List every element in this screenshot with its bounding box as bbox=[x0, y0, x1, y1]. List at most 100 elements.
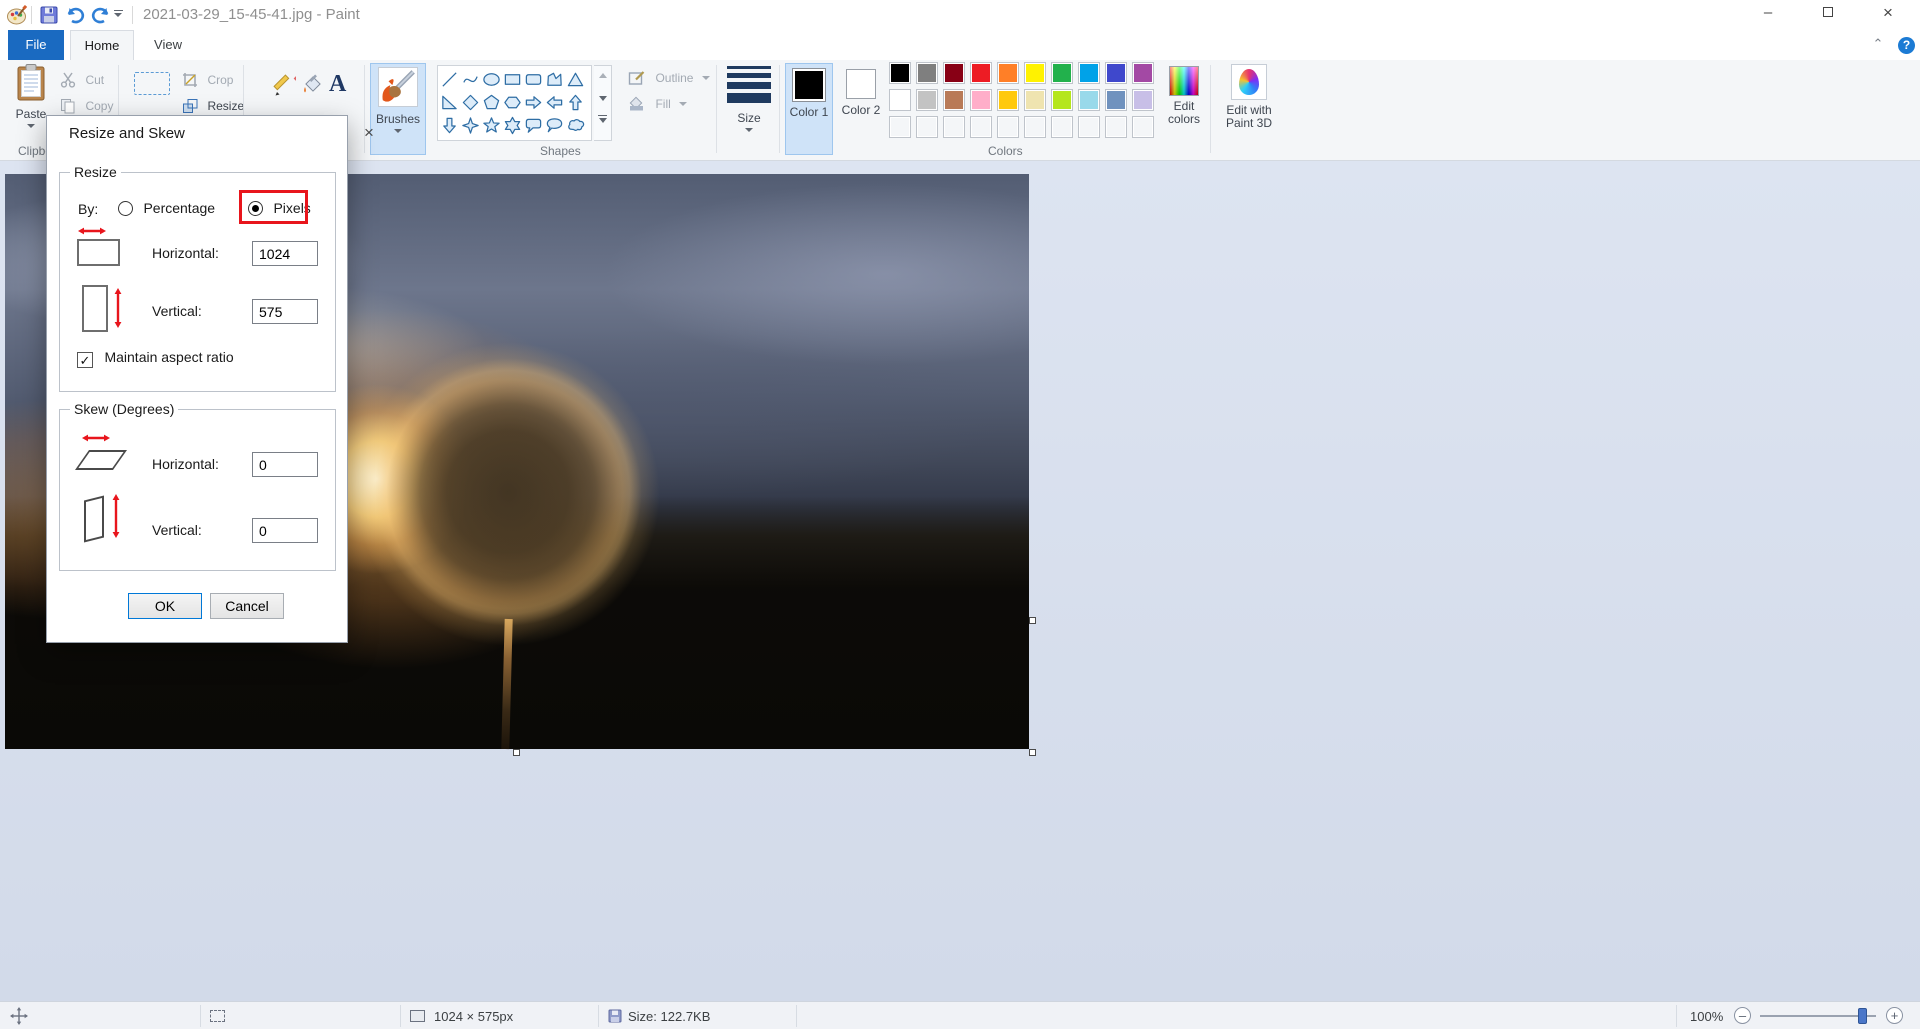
palette-swatch[interactable] bbox=[997, 89, 1019, 111]
canvas-resize-handle-bottom[interactable] bbox=[513, 749, 520, 756]
resize-horizontal-input[interactable] bbox=[252, 241, 318, 266]
shapes-gallery bbox=[437, 65, 592, 141]
shapes-scroll-down-icon[interactable] bbox=[599, 96, 607, 101]
dialog-close-icon[interactable]: × bbox=[359, 123, 379, 143]
palette-swatch[interactable] bbox=[1078, 62, 1100, 84]
help-icon[interactable]: ? bbox=[1898, 37, 1915, 54]
shape-arrow-down-icon[interactable] bbox=[439, 114, 460, 136]
shape-rounded-rectangle-icon[interactable] bbox=[523, 68, 544, 90]
palette-swatch[interactable] bbox=[889, 62, 911, 84]
palette-swatch[interactable] bbox=[889, 89, 911, 111]
resize-horizontal-label: Horizontal: bbox=[152, 245, 219, 261]
colors-group-label: Colors bbox=[988, 144, 1023, 158]
palette-empty-slot[interactable] bbox=[916, 116, 938, 138]
palette-swatch[interactable] bbox=[1051, 89, 1073, 111]
palette-empty-slot[interactable] bbox=[1132, 116, 1154, 138]
cut-button[interactable]: Cut bbox=[60, 72, 104, 93]
maintain-aspect-checkbox[interactable]: ✓ Maintain aspect ratio bbox=[77, 349, 234, 368]
select-button[interactable] bbox=[130, 66, 174, 100]
canvas-resize-handle-right[interactable] bbox=[1029, 617, 1036, 624]
edit-paint3d-button[interactable]: Edit with Paint 3D bbox=[1218, 64, 1280, 130]
shape-hexagon-icon[interactable] bbox=[502, 91, 523, 113]
shape-arrow-right-icon[interactable] bbox=[523, 91, 544, 113]
size-button[interactable]: Size bbox=[722, 64, 776, 132]
ok-button[interactable]: OK bbox=[128, 593, 202, 619]
shape-triangle-icon[interactable] bbox=[565, 68, 586, 90]
shape-diamond-icon[interactable] bbox=[460, 91, 481, 113]
shape-pentagon-icon[interactable] bbox=[481, 91, 502, 113]
palette-swatch[interactable] bbox=[1132, 89, 1154, 111]
shape-line-icon[interactable] bbox=[439, 68, 460, 90]
save-icon[interactable] bbox=[40, 6, 58, 24]
color2-label: Color 2 bbox=[837, 104, 885, 117]
fill-tool-icon[interactable] bbox=[300, 73, 326, 97]
shape-star-6-icon[interactable] bbox=[502, 114, 523, 136]
text-tool-icon[interactable]: A bbox=[329, 71, 346, 98]
palette-empty-slot[interactable] bbox=[1051, 116, 1073, 138]
shape-arrow-up-icon[interactable] bbox=[565, 91, 586, 113]
collapse-ribbon-icon[interactable]: ⌃ bbox=[1868, 36, 1888, 56]
maximize-button[interactable] bbox=[1806, 0, 1850, 28]
palette-swatch[interactable] bbox=[916, 89, 938, 111]
paste-icon bbox=[16, 64, 46, 102]
palette-empty-slot[interactable] bbox=[943, 116, 965, 138]
shapes-more-icon[interactable] bbox=[598, 115, 607, 123]
palette-swatch[interactable] bbox=[1105, 62, 1127, 84]
palette-empty-slot[interactable] bbox=[1078, 116, 1100, 138]
color1-button[interactable]: Color 1 bbox=[785, 63, 833, 155]
skew-vertical-input[interactable] bbox=[252, 518, 318, 543]
palette-swatch[interactable] bbox=[1078, 89, 1100, 111]
fill-dropdown[interactable]: Fill bbox=[628, 96, 687, 117]
resize-vertical-input[interactable] bbox=[252, 299, 318, 324]
tab-file[interactable]: File bbox=[8, 30, 64, 60]
zoom-slider-handle[interactable] bbox=[1858, 1008, 1867, 1024]
brushes-icon bbox=[378, 67, 418, 107]
minimize-button[interactable]: – bbox=[1746, 0, 1790, 28]
shape-callout-cloud-icon[interactable] bbox=[565, 114, 586, 136]
palette-swatch[interactable] bbox=[970, 62, 992, 84]
shape-arrow-left-icon[interactable] bbox=[544, 91, 565, 113]
zoom-out-icon[interactable]: – bbox=[1734, 1007, 1751, 1024]
shape-ellipse-icon[interactable] bbox=[481, 68, 502, 90]
pencil-tool-icon[interactable] bbox=[272, 73, 296, 97]
palette-empty-slot[interactable] bbox=[970, 116, 992, 138]
shape-rectangle-icon[interactable] bbox=[502, 68, 523, 90]
percentage-radio[interactable]: Percentage bbox=[118, 200, 215, 218]
palette-swatch[interactable] bbox=[1051, 62, 1073, 84]
palette-swatch[interactable] bbox=[916, 62, 938, 84]
skew-horizontal-input[interactable] bbox=[252, 452, 318, 477]
palette-swatch[interactable] bbox=[997, 62, 1019, 84]
qat-dropdown-icon[interactable] bbox=[114, 10, 123, 17]
palette-empty-slot[interactable] bbox=[997, 116, 1019, 138]
palette-empty-slot[interactable] bbox=[1024, 116, 1046, 138]
palette-empty-slot[interactable] bbox=[1105, 116, 1127, 138]
redo-icon[interactable] bbox=[90, 5, 112, 25]
close-button[interactable]: × bbox=[1866, 0, 1910, 28]
tab-home[interactable]: Home bbox=[70, 30, 134, 60]
palette-swatch[interactable] bbox=[1105, 89, 1127, 111]
tab-view[interactable]: View bbox=[140, 30, 196, 60]
palette-swatch[interactable] bbox=[970, 89, 992, 111]
shape-star-5-icon[interactable] bbox=[481, 114, 502, 136]
shape-star-4-icon[interactable] bbox=[460, 114, 481, 136]
zoom-in-icon[interactable]: + bbox=[1886, 1007, 1903, 1024]
edit-colors-button[interactable]: Edit colors bbox=[1162, 64, 1206, 126]
crop-button[interactable]: Crop bbox=[182, 72, 233, 93]
palette-swatch[interactable] bbox=[943, 62, 965, 84]
shape-callout-rounded-icon[interactable] bbox=[523, 114, 544, 136]
cancel-button[interactable]: Cancel bbox=[210, 593, 284, 619]
palette-swatch[interactable] bbox=[1024, 89, 1046, 111]
shape-callout-oval-icon[interactable] bbox=[544, 114, 565, 136]
outline-dropdown[interactable]: Outline bbox=[628, 70, 710, 91]
shape-curve-icon[interactable] bbox=[460, 68, 481, 90]
canvas-resize-handle-corner[interactable] bbox=[1029, 749, 1036, 756]
color2-button[interactable]: Color 2 bbox=[837, 63, 885, 155]
palette-swatch[interactable] bbox=[943, 89, 965, 111]
shape-polygon-icon[interactable] bbox=[544, 68, 565, 90]
undo-icon[interactable] bbox=[64, 5, 86, 25]
shape-right-triangle-icon[interactable] bbox=[439, 91, 460, 113]
palette-swatch[interactable] bbox=[1024, 62, 1046, 84]
palette-swatch[interactable] bbox=[1132, 62, 1154, 84]
shapes-scroll-up-icon[interactable] bbox=[599, 73, 607, 78]
palette-empty-slot[interactable] bbox=[889, 116, 911, 138]
